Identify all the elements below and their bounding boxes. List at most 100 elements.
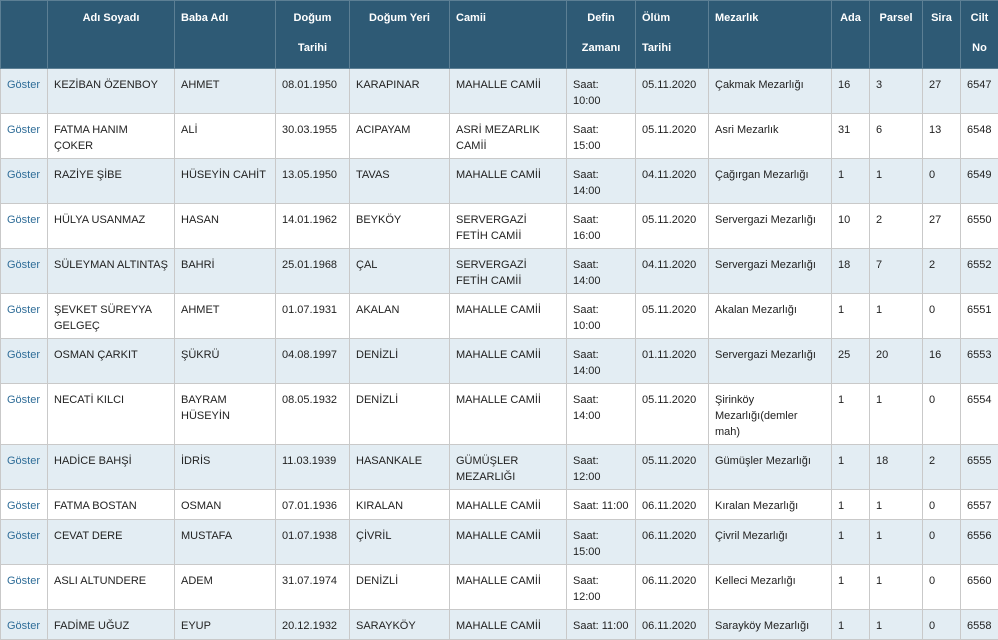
cell-burial-time: Saat: 14:00 bbox=[567, 339, 636, 384]
show-link-label[interactable]: Göster bbox=[7, 455, 40, 467]
header-burial-time[interactable]: DefinZamanı bbox=[567, 1, 636, 69]
cell-parsel: 18 bbox=[870, 445, 923, 490]
cell-cilt-no: 6554 bbox=[961, 384, 998, 445]
cell-cemetery: Akalan Mezarlığı bbox=[709, 294, 832, 339]
header-name[interactable]: Adı Soyadı bbox=[48, 1, 175, 69]
show-link[interactable]: Göster bbox=[1, 204, 48, 249]
cell-cemetery: Çivril Mezarlığı bbox=[709, 520, 832, 565]
cell-death-date: 06.11.2020 bbox=[636, 610, 709, 640]
cell-cilt-no: 6548 bbox=[961, 114, 998, 159]
show-link[interactable]: Göster bbox=[1, 114, 48, 159]
cell-death-date: 05.11.2020 bbox=[636, 69, 709, 114]
cell-death-date: 06.11.2020 bbox=[636, 520, 709, 565]
cell-name: HADİCE BAHŞİ bbox=[48, 445, 175, 490]
cell-father: AHMET bbox=[175, 69, 276, 114]
show-link[interactable]: Göster bbox=[1, 520, 48, 565]
show-link-label[interactable]: Göster bbox=[7, 259, 40, 271]
cell-parsel: 1 bbox=[870, 384, 923, 445]
cell-name: ASLI ALTUNDERE bbox=[48, 565, 175, 610]
cell-cilt-no: 6557 bbox=[961, 490, 998, 520]
cell-ada: 16 bbox=[832, 69, 870, 114]
show-link[interactable]: Göster bbox=[1, 610, 48, 640]
table-body: GösterKEZİBAN ÖZENBOYAHMET08.01.1950KARA… bbox=[1, 69, 998, 640]
header-cemetery[interactable]: Mezarlık bbox=[709, 1, 832, 69]
cell-father: İDRİS bbox=[175, 445, 276, 490]
cell-parsel: 1 bbox=[870, 490, 923, 520]
cell-birth-date: 14.01.1962 bbox=[276, 204, 350, 249]
show-link-label[interactable]: Göster bbox=[7, 304, 40, 316]
show-link[interactable]: Göster bbox=[1, 249, 48, 294]
show-link-label[interactable]: Göster bbox=[7, 500, 40, 512]
cell-birth-place: KARAPINAR bbox=[350, 69, 450, 114]
cell-cilt-no: 6550 bbox=[961, 204, 998, 249]
table-row: GösterCEVAT DEREMUSTAFA01.07.1938ÇİVRİLM… bbox=[1, 520, 998, 565]
show-link-label[interactable]: Göster bbox=[7, 124, 40, 136]
header-father[interactable]: Baba Adı bbox=[175, 1, 276, 69]
show-link[interactable]: Göster bbox=[1, 339, 48, 384]
cell-cemetery: Sarayköy Mezarlığı bbox=[709, 610, 832, 640]
cell-parsel: 3 bbox=[870, 69, 923, 114]
burial-records-table: Adı Soyadı Baba Adı DoğumTarihi Doğum Ye… bbox=[0, 0, 998, 640]
cell-ada: 1 bbox=[832, 384, 870, 445]
cell-death-date: 05.11.2020 bbox=[636, 114, 709, 159]
show-link[interactable]: Göster bbox=[1, 445, 48, 490]
cell-birth-place: TAVAS bbox=[350, 159, 450, 204]
show-link-label[interactable]: Göster bbox=[7, 349, 40, 361]
cell-name: FATMA HANIM ÇOKER bbox=[48, 114, 175, 159]
cell-sira: 0 bbox=[923, 565, 961, 610]
cell-birth-date: 01.07.1931 bbox=[276, 294, 350, 339]
show-link-label[interactable]: Göster bbox=[7, 169, 40, 181]
header-mosque[interactable]: Camii bbox=[450, 1, 567, 69]
cell-father: ADEM bbox=[175, 565, 276, 610]
show-link[interactable]: Göster bbox=[1, 565, 48, 610]
cell-father: HASAN bbox=[175, 204, 276, 249]
header-birth-date[interactable]: DoğumTarihi bbox=[276, 1, 350, 69]
cell-cemetery: Servergazi Mezarlığı bbox=[709, 204, 832, 249]
cell-birth-place: KIRALAN bbox=[350, 490, 450, 520]
cell-birth-place: ÇAL bbox=[350, 249, 450, 294]
cell-cilt-no: 6560 bbox=[961, 565, 998, 610]
cell-parsel: 6 bbox=[870, 114, 923, 159]
cell-ada: 1 bbox=[832, 610, 870, 640]
cell-death-date: 05.11.2020 bbox=[636, 384, 709, 445]
show-link-label[interactable]: Göster bbox=[7, 394, 40, 406]
cell-ada: 31 bbox=[832, 114, 870, 159]
show-link[interactable]: Göster bbox=[1, 384, 48, 445]
header-ada[interactable]: Ada bbox=[832, 1, 870, 69]
header-sira[interactable]: Sira bbox=[923, 1, 961, 69]
header-cilt-no[interactable]: CiltNo bbox=[961, 1, 998, 69]
table-row: GösterNECATİ KILCIBAYRAM HÜSEYİN08.05.19… bbox=[1, 384, 998, 445]
show-link-label[interactable]: Göster bbox=[7, 214, 40, 226]
cell-cilt-no: 6549 bbox=[961, 159, 998, 204]
header-death-date[interactable]: ÖlümTarihi bbox=[636, 1, 709, 69]
cell-name: HÜLYA USANMAZ bbox=[48, 204, 175, 249]
cell-burial-time: Saat: 12:00 bbox=[567, 565, 636, 610]
cell-sira: 0 bbox=[923, 610, 961, 640]
cell-birth-place: HASANKALE bbox=[350, 445, 450, 490]
cell-birth-date: 25.01.1968 bbox=[276, 249, 350, 294]
header-birth-place[interactable]: Doğum Yeri bbox=[350, 1, 450, 69]
header-parsel[interactable]: Parsel bbox=[870, 1, 923, 69]
show-link[interactable]: Göster bbox=[1, 69, 48, 114]
cell-mosque: MAHALLE CAMİİ bbox=[450, 490, 567, 520]
cell-death-date: 04.11.2020 bbox=[636, 249, 709, 294]
cell-sira: 27 bbox=[923, 204, 961, 249]
cell-sira: 13 bbox=[923, 114, 961, 159]
cell-mosque: SERVERGAZİ FETİH CAMİİ bbox=[450, 249, 567, 294]
show-link[interactable]: Göster bbox=[1, 159, 48, 204]
cell-burial-time: Saat: 15:00 bbox=[567, 114, 636, 159]
cell-father: HÜSEYİN CAHİT bbox=[175, 159, 276, 204]
table-row: GösterOSMAN ÇARKITŞÜKRÜ04.08.1997DENİZLİ… bbox=[1, 339, 998, 384]
show-link-label[interactable]: Göster bbox=[7, 530, 40, 542]
cell-sira: 0 bbox=[923, 159, 961, 204]
cell-ada: 25 bbox=[832, 339, 870, 384]
cell-burial-time: Saat: 11:00 bbox=[567, 610, 636, 640]
cell-birth-date: 30.03.1955 bbox=[276, 114, 350, 159]
show-link[interactable]: Göster bbox=[1, 490, 48, 520]
cell-birth-place: SARAYKÖY bbox=[350, 610, 450, 640]
show-link-label[interactable]: Göster bbox=[7, 79, 40, 91]
cell-sira: 0 bbox=[923, 384, 961, 445]
show-link[interactable]: Göster bbox=[1, 294, 48, 339]
cell-burial-time: Saat: 10:00 bbox=[567, 69, 636, 114]
show-link-label[interactable]: Göster bbox=[7, 575, 40, 587]
